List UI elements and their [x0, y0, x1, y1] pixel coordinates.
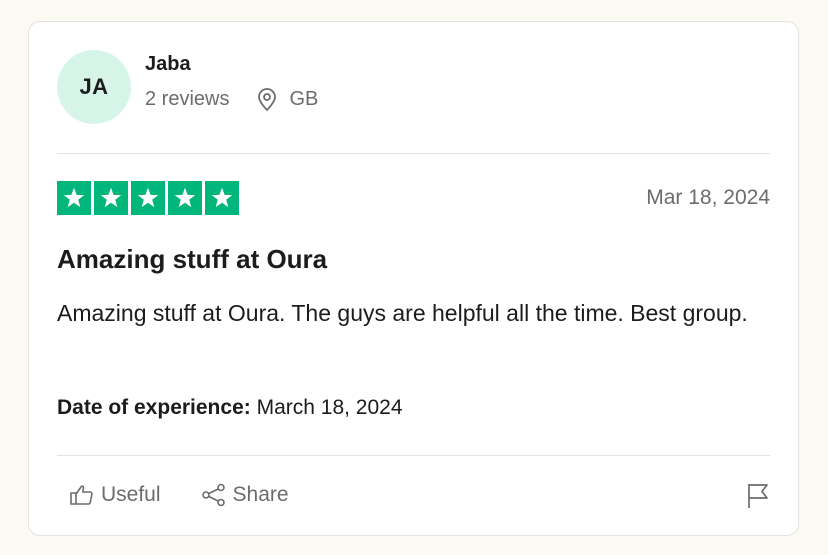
location-pin-icon [258, 87, 277, 111]
star-icon [168, 181, 202, 215]
experience-label: Date of experience: [57, 396, 251, 419]
report-button[interactable] [746, 482, 770, 515]
star-rating [57, 181, 239, 215]
reviews-count: 2 reviews [145, 88, 230, 110]
avatar[interactable]: JA [57, 50, 131, 124]
useful-label: Useful [101, 483, 161, 506]
reviewer-name[interactable]: Jaba [145, 53, 318, 76]
share-label: Share [232, 483, 289, 506]
star-icon [57, 181, 91, 215]
useful-button[interactable]: Useful [69, 483, 161, 507]
reviewer-meta: 2 reviews GB [145, 87, 319, 112]
star-icon [94, 181, 128, 215]
share-button[interactable]: Share [201, 483, 289, 507]
location-label: GB [289, 88, 319, 110]
footer-divider [57, 455, 770, 456]
experience-date: March 18, 2024 [256, 396, 403, 419]
thumbs-up-icon [70, 485, 93, 505]
star-icon [205, 181, 239, 215]
reviewer-location: GB [257, 87, 319, 112]
review-card: JA Jaba 2 reviews GB Mar 18, 2024 Amazin… [28, 21, 799, 536]
date-of-experience: Date of experience: March 18, 2024 [57, 396, 403, 420]
reviewer-header: JA Jaba 2 reviews GB [57, 49, 318, 125]
star-icon [131, 181, 165, 215]
reviewer-info: Jaba 2 reviews GB [145, 49, 318, 125]
review-title[interactable]: Amazing stuff at Oura [57, 244, 327, 275]
review-body: Amazing stuff at Oura. The guys are help… [57, 300, 748, 326]
review-actions: Useful Share [69, 483, 289, 507]
header-divider [57, 153, 770, 154]
flag-icon [748, 484, 768, 508]
review-date: Mar 18, 2024 [646, 186, 770, 209]
share-icon [201, 483, 225, 507]
